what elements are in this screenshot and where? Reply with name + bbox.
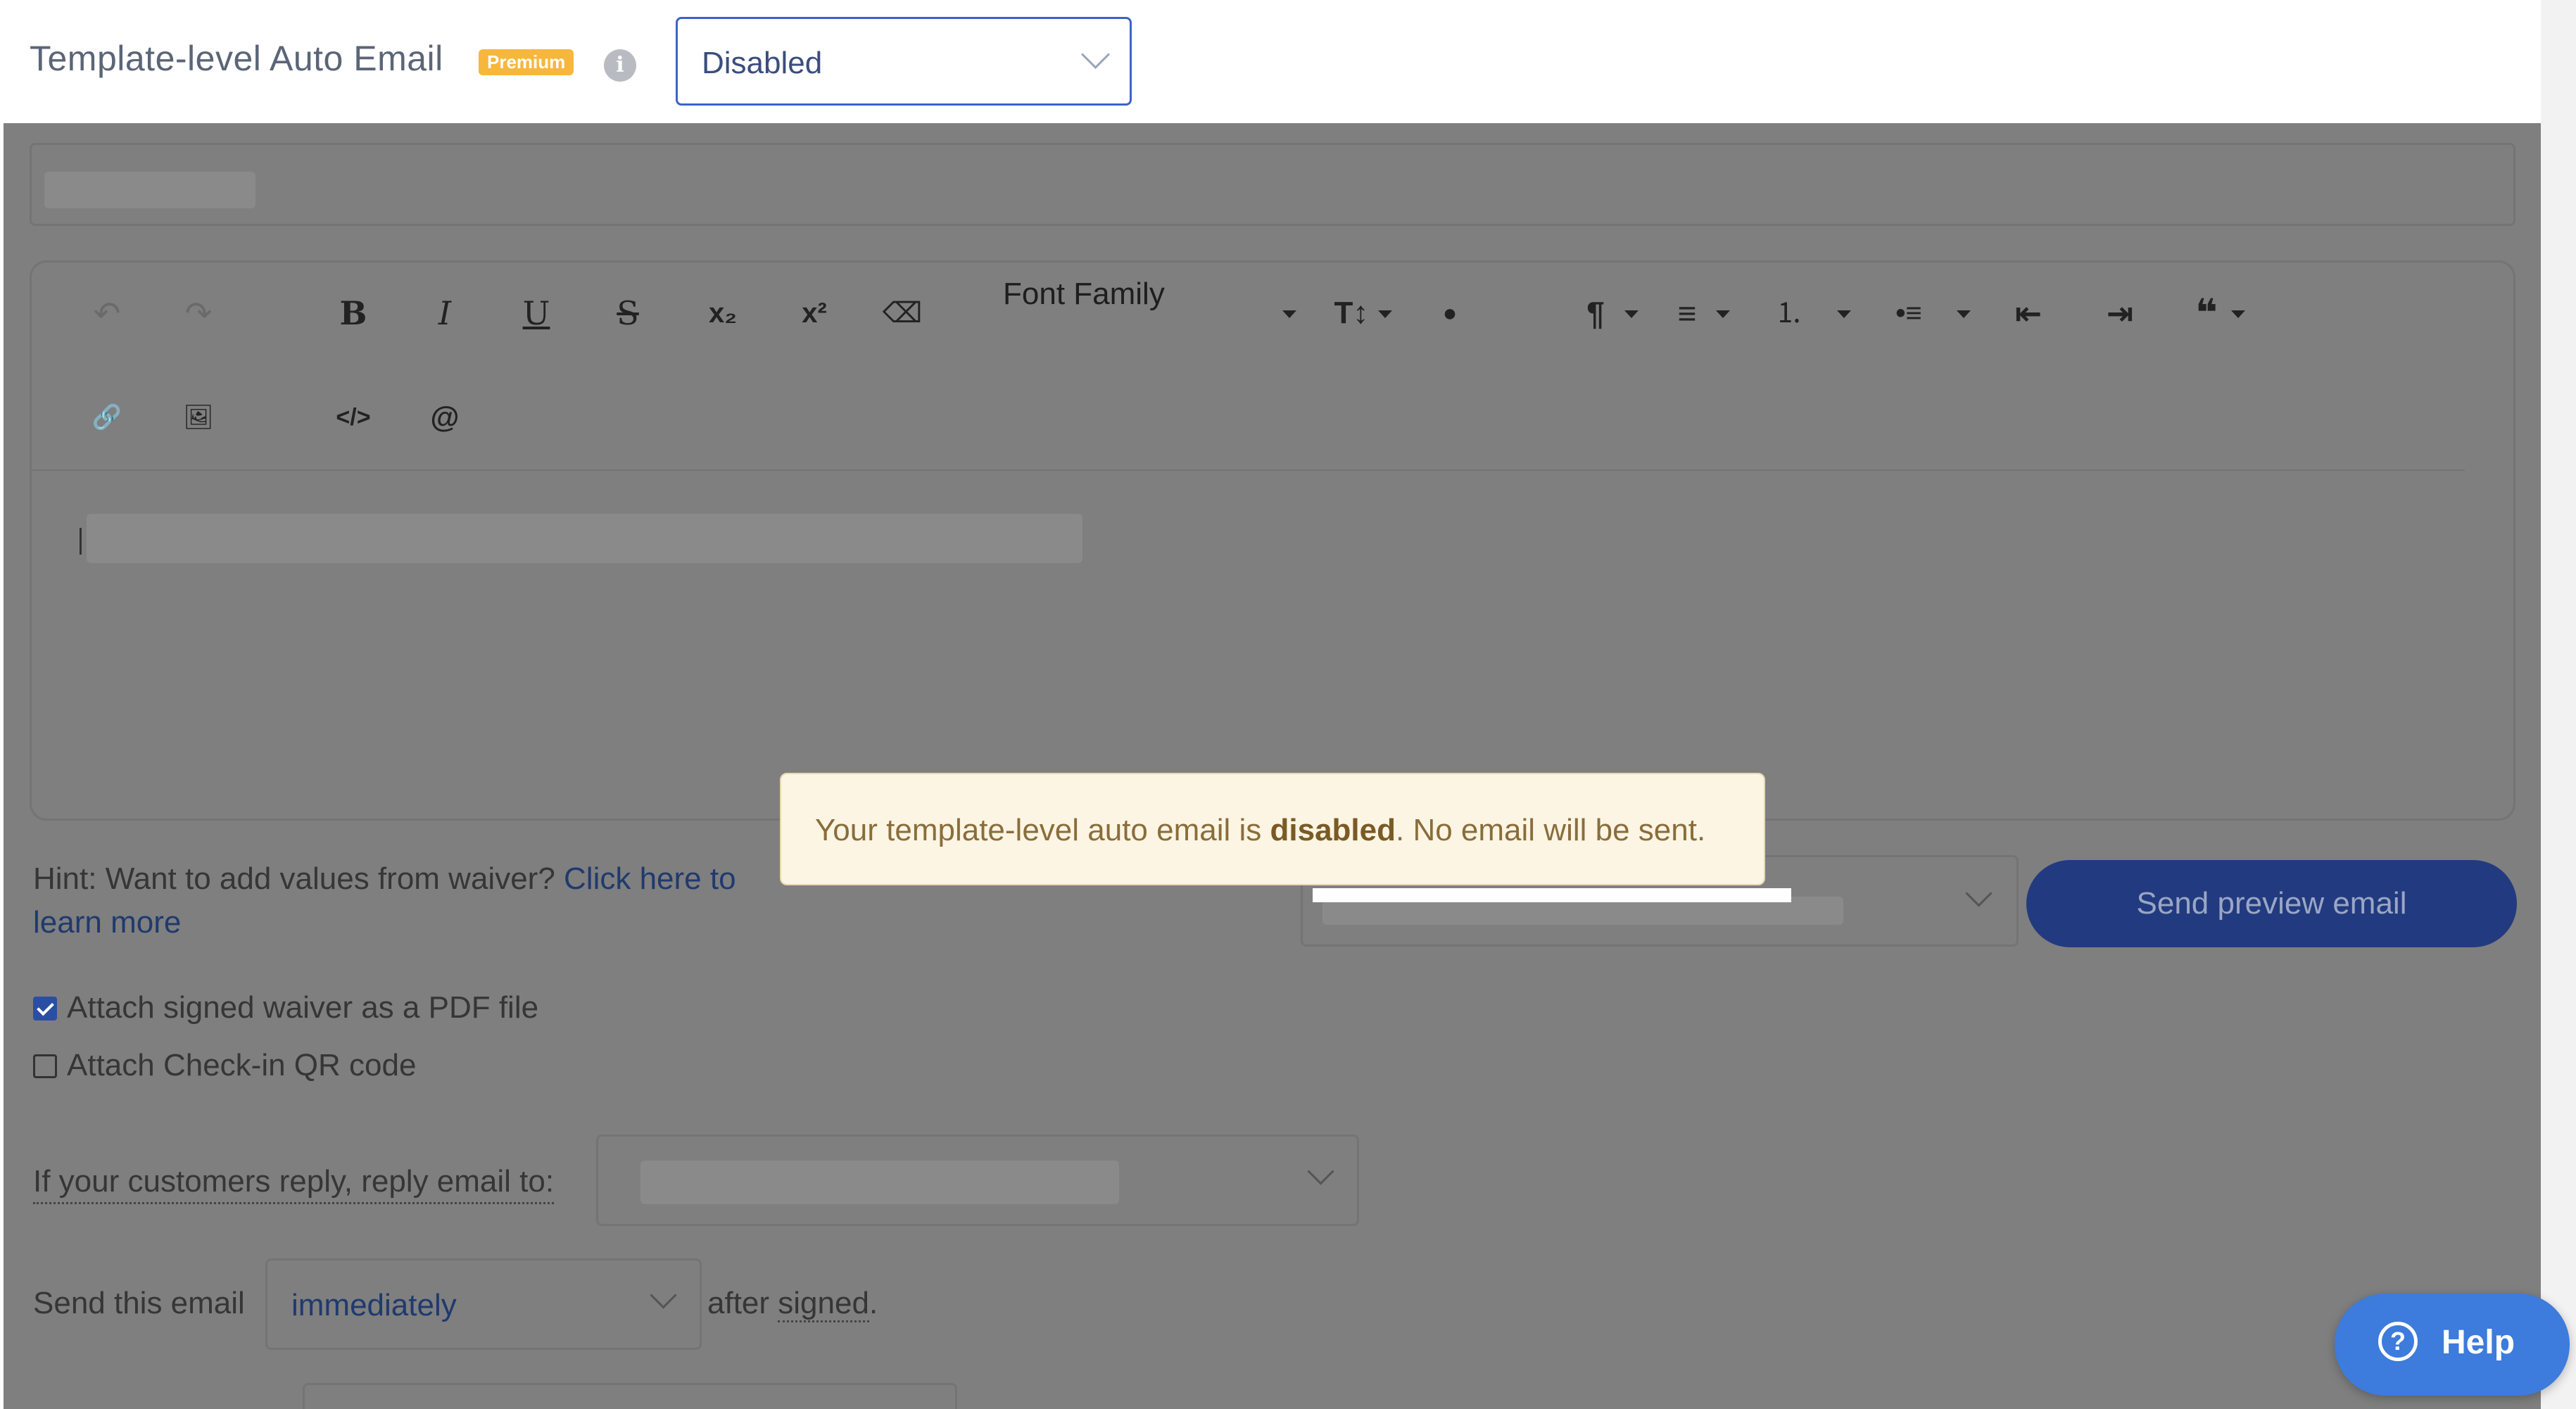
next-field-input[interactable] [303,1383,957,1409]
indent-icon[interactable]: ⇥ [2099,292,2141,334]
mention-icon[interactable]: @ [424,396,466,438]
auto-email-status-select[interactable]: Disabled [676,17,1132,106]
chevron-down-icon [1965,880,1993,907]
caret-down-icon[interactable] [1624,310,1639,318]
send-email-label: Send this email [33,1286,245,1320]
caret-down-icon[interactable] [1837,310,1851,318]
dropdown-edge [1313,888,1791,902]
caret-down-icon[interactable] [1957,310,1971,318]
caret-down-icon[interactable] [1282,310,1296,318]
attach-pdf-option[interactable]: Attach signed waiver as a PDF file [33,990,538,1025]
redacted-email-body [87,514,1082,563]
attach-qr-option[interactable]: Attach Check-in QR code [33,1048,416,1083]
unordered-list-icon[interactable]: •≡ [1884,292,1933,334]
send-preview-email-button[interactable]: Send preview email [2026,860,2517,947]
premium-badge: Premium [479,49,574,75]
link-icon[interactable]: 🔗 [86,396,128,438]
redacted-reply-email [640,1161,1119,1204]
header-bar: Template-level Auto Email Premium i Disa… [0,0,2576,123]
page-title: Template-level Auto Email [30,39,443,78]
help-button[interactable]: ? Help [2335,1294,2570,1396]
font-family-dropdown[interactable]: Font Family [1003,277,1165,312]
subject-input[interactable] [30,143,2515,226]
chevron-down-icon [1307,1158,1334,1185]
text-cursor [80,528,82,555]
subscript-icon[interactable]: x₂ [698,292,747,334]
caret-down-icon[interactable] [1378,310,1392,318]
scrollbar-track[interactable] [2541,0,2576,1409]
reply-email-label: If your customers reply, reply email to: [33,1161,555,1204]
italic-icon[interactable]: I [424,292,466,334]
chevron-down-icon [1080,39,1111,70]
attach-pdf-checkbox[interactable] [33,997,57,1021]
send-timing-value: immediately [291,1288,457,1322]
caret-down-icon[interactable] [2231,310,2245,318]
redo-icon[interactable]: ↷ [177,292,220,334]
after-signed-text: after signed. [707,1286,878,1322]
superscript-icon[interactable]: x² [790,292,839,334]
eraser-icon[interactable]: ⌫ [881,292,923,334]
underline-icon[interactable]: U [515,292,557,334]
chevron-down-icon [650,1282,677,1309]
image-icon[interactable]: 🖼 [177,396,220,438]
paragraph-icon[interactable]: ¶ [1574,292,1617,334]
reply-email-select[interactable] [596,1135,1359,1226]
ordered-list-icon[interactable]: ⒈ [1768,292,1810,334]
status-select-value: Disabled [702,46,823,80]
send-timing-select[interactable]: immediately [265,1258,702,1350]
strikethrough-icon[interactable]: S [607,292,649,334]
code-view-icon[interactable]: </> [327,396,379,438]
attach-qr-checkbox[interactable] [33,1054,57,1078]
undo-icon[interactable]: ↶ [86,292,128,334]
email-settings-panel: ↶ ↷ B I U S x₂ x² ⌫ Font Family T↕ ● ¶ ≡… [4,123,2541,1409]
bold-icon[interactable]: B [332,292,374,334]
quote-icon[interactable]: ❝ [2185,292,2228,334]
outdent-icon[interactable]: ⇤ [2007,292,2050,334]
info-icon[interactable]: i [604,49,636,82]
redacted-subject [44,172,255,208]
help-circle-icon: ? [2378,1322,2418,1361]
hint-text: Hint: Want to add values from waiver? Cl… [33,861,736,940]
align-icon[interactable]: ≡ [1666,292,1708,334]
disabled-notice-toast: Your template-level auto email is disabl… [780,773,1765,885]
editor-divider [30,469,2465,471]
font-size-icon[interactable]: T↕ [1327,292,1376,334]
help-label: Help [2442,1324,2515,1361]
caret-down-icon[interactable] [1716,310,1730,318]
color-drop-icon[interactable]: ● [1429,292,1471,334]
